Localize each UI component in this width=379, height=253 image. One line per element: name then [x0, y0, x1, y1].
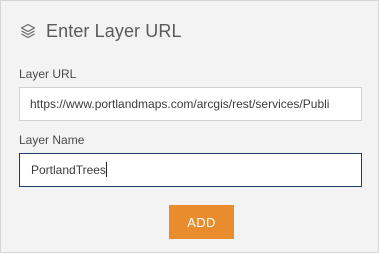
layers-icon: [19, 22, 37, 40]
add-layer-panel: Enter Layer URL Layer URL https://www.po…: [0, 0, 379, 253]
text-cursor: [105, 162, 107, 178]
panel-header: Enter Layer URL: [19, 18, 182, 44]
layer-name-label: Layer Name: [19, 133, 85, 147]
layer-url-input[interactable]: https://www.portlandmaps.com/arcgis/rest…: [19, 87, 362, 121]
panel-title: Enter Layer URL: [46, 20, 182, 41]
layer-name-input[interactable]: PortlandTrees: [19, 153, 362, 187]
layer-url-value: https://www.portlandmaps.com/arcgis/rest…: [30, 97, 330, 111]
layer-name-value: PortlandTrees: [31, 163, 106, 177]
layer-url-label: Layer URL: [19, 67, 77, 81]
add-button[interactable]: ADD: [169, 205, 234, 239]
